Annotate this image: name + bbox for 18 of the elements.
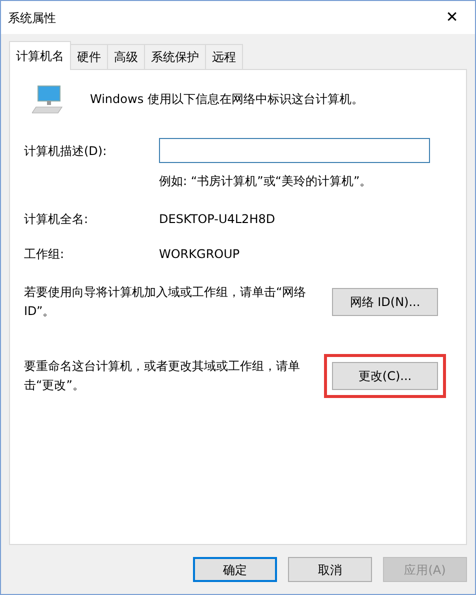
instruction-text: 要重命名这台计算机，或者更改其域或工作组，请单击“更改”。: [24, 358, 301, 394]
window-title: 系统属性: [8, 10, 56, 26]
field-value: WORKGROUP: [159, 246, 240, 263]
action-button[interactable]: 网络 ID(N)...: [332, 288, 438, 316]
field-label: 计算机全名:: [24, 211, 90, 228]
description-field[interactable]: [159, 138, 430, 163]
intro-text: Windows 使用以下信息在网络中标识这台计算机。: [90, 91, 364, 108]
tab[interactable]: 远程: [205, 44, 243, 69]
tab[interactable]: 计算机名: [9, 41, 71, 70]
close-button[interactable]: ✕: [429, 1, 475, 34]
dialog-button[interactable]: 取消: [288, 557, 372, 582]
dialog-button[interactable]: 确定: [193, 557, 277, 582]
field-label: 计算机描述(D):: [24, 142, 108, 160]
example-hint: 例如: “书房计算机”或“美玲的计算机”。: [159, 173, 373, 190]
field-label: 工作组:: [24, 246, 66, 263]
instruction-text: 若要使用向导将计算机加入域或工作组，请单击“网络 ID”。: [24, 284, 308, 320]
field-value: DESKTOP-U4L2H8D: [159, 211, 276, 228]
action-button[interactable]: 更改(C)...: [332, 362, 438, 390]
